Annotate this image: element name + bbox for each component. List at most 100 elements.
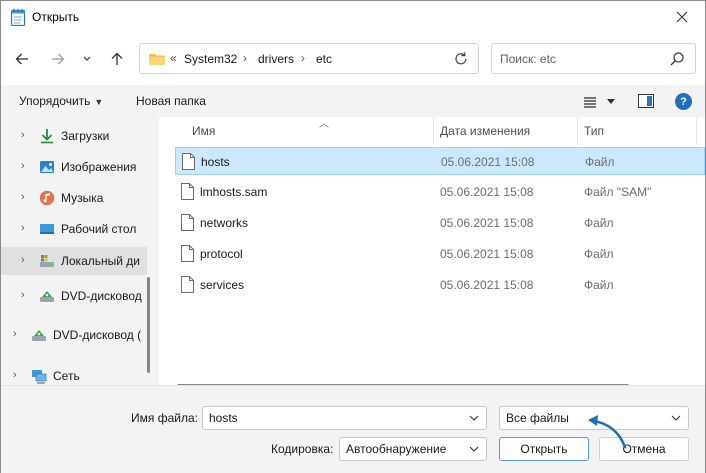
file-row-networks[interactable]: networks 05.06.2021 15:08 Файл: [175, 209, 705, 237]
file-icon: [181, 214, 194, 231]
address-bar[interactable]: « System32 › drivers › etc: [139, 43, 479, 74]
sidebar-item-desktop[interactable]: › Рабочий стол: [1, 215, 151, 243]
crumb-separator[interactable]: ›: [243, 51, 247, 65]
refresh-icon[interactable]: [452, 50, 470, 68]
chevron-right-icon[interactable]: ›: [21, 254, 31, 266]
sidebar-item-dvd-drive-2[interactable]: › DVD-дисковод (: [1, 321, 151, 349]
filename-label: Имя файла:: [131, 411, 198, 425]
dvd-drive-icon: [32, 330, 46, 341]
download-icon: [41, 129, 53, 144]
preview-pane-icon[interactable]: [638, 94, 654, 108]
chevron-right-icon[interactable]: ›: [13, 369, 23, 381]
dvd-drive-icon: [40, 291, 54, 302]
filename-combobox[interactable]: hosts: [202, 406, 487, 430]
up-button[interactable]: [104, 47, 130, 71]
file-type: Файл: [584, 278, 614, 292]
column-header-date[interactable]: Дата изменения: [434, 117, 577, 145]
recent-locations-button[interactable]: [77, 47, 97, 71]
file-name: lmhosts.sam: [200, 185, 268, 199]
column-header-type[interactable]: Тип: [578, 117, 694, 145]
crumb-drivers[interactable]: drivers: [258, 52, 294, 66]
column-header-label: Имя: [192, 124, 216, 138]
column-header-label: Дата изменения: [440, 124, 531, 138]
chevron-down-icon: [83, 56, 91, 61]
chevron-right-icon[interactable]: ›: [21, 129, 31, 141]
encoding-label: Кодировка:: [271, 442, 334, 456]
search-box[interactable]: [491, 43, 696, 74]
notepad-icon: [10, 8, 26, 26]
annotation-arrow-icon: [588, 415, 627, 449]
file-name: services: [200, 278, 245, 292]
new-folder-button[interactable]: Новая папка: [136, 94, 206, 108]
file-type: Файл: [585, 155, 615, 169]
caret-down-icon: ▼: [94, 97, 104, 107]
file-row-hosts[interactable]: hosts 05.06.2021 15:08 Файл: [175, 147, 705, 175]
sidebar-item-pictures[interactable]: › Изображения: [1, 153, 151, 181]
desktop-icon: [40, 224, 54, 234]
sidebar-item-label: Загрузки: [61, 129, 110, 143]
file-row-services[interactable]: services 05.06.2021 15:08 Файл: [175, 271, 705, 299]
sidebar-item-dvd-drive[interactable]: › DVD-дисковод: [1, 282, 151, 310]
file-date: 05.06.2021 15:08: [441, 155, 535, 169]
music-icon: [39, 190, 55, 206]
file-date: 05.06.2021 15:08: [440, 278, 534, 292]
file-row-protocol[interactable]: protocol 05.06.2021 15:08 Файл: [175, 240, 705, 268]
sidebar-item-label: Локальный ди: [61, 254, 140, 268]
open-button[interactable]: Открыть: [499, 437, 589, 461]
navigation-bar: « System32 › drivers › etc: [1, 33, 705, 85]
local-disk-icon: [40, 255, 54, 267]
chevron-right-icon[interactable]: ›: [13, 328, 23, 340]
file-date: 05.06.2021 15:08: [440, 216, 534, 230]
forward-button[interactable]: [45, 47, 71, 71]
crumb-separator[interactable]: ›: [301, 51, 305, 65]
sidebar-item-label: DVD-дисковод: [61, 289, 142, 303]
file-name: hosts: [201, 155, 230, 169]
back-button[interactable]: [9, 47, 35, 71]
column-divider[interactable]: [696, 117, 697, 145]
file-row-lmhosts[interactable]: lmhosts.sam 05.06.2021 15:08 Файл "SAM": [175, 178, 705, 206]
caret-down-icon: [607, 99, 615, 104]
crumb-etc[interactable]: etc: [316, 52, 332, 66]
organize-button[interactable]: Упорядочить ▼: [19, 94, 103, 108]
window-title: Открыть: [32, 10, 80, 24]
chevron-right-icon[interactable]: ›: [21, 191, 31, 203]
network-icon: [32, 370, 47, 384]
chevron-down-icon[interactable]: [468, 412, 480, 424]
address-overflow-chevron[interactable]: «: [170, 51, 177, 65]
list-view-icon: [584, 97, 596, 108]
sidebar-item-downloads[interactable]: › Загрузки: [1, 122, 151, 150]
help-button[interactable]: ?: [675, 93, 692, 110]
search-input[interactable]: [500, 50, 660, 68]
arrow-up-icon: [111, 52, 123, 65]
column-header-name[interactable]: ︿ Имя: [175, 117, 433, 145]
chevron-down-icon: [469, 446, 479, 452]
encoding-value: Автообнаружение: [346, 442, 447, 456]
organize-label: Упорядочить: [19, 94, 91, 108]
view-options-button[interactable]: [583, 94, 617, 110]
command-bar: Упорядочить ▼ Новая папка ?: [1, 85, 705, 117]
chevron-down-icon: [671, 415, 681, 421]
file-type: Файл "SAM": [584, 185, 652, 199]
sidebar-item-music[interactable]: › Музыка: [1, 184, 151, 212]
sidebar-item-local-disk[interactable]: › Локальный ди: [1, 247, 147, 275]
sort-ascending-icon: ︿: [319, 119, 329, 130]
chevron-right-icon[interactable]: ›: [21, 289, 31, 301]
close-button[interactable]: [659, 1, 705, 33]
pictures-icon: [40, 161, 54, 173]
search-icon: [670, 52, 684, 66]
filename-input[interactable]: hosts: [209, 411, 238, 425]
sidebar-item-network[interactable]: › Сеть: [1, 362, 151, 385]
sidebar-item-label: DVD-дисковод (: [53, 328, 142, 342]
file-type: Файл: [584, 216, 614, 230]
chevron-right-icon[interactable]: ›: [21, 222, 31, 234]
crumb-system32[interactable]: System32: [184, 52, 237, 66]
chevron-right-icon[interactable]: ›: [21, 160, 31, 172]
sidebar-scrollbar[interactable]: [147, 277, 150, 373]
open-dialog: Открыть « System32 › drivers › etc Поиск…: [0, 0, 706, 473]
file-list: ︿ Имя Дата изменения Тип hosts 05.06.202…: [159, 117, 705, 385]
file-icon: [181, 245, 194, 262]
file-type-filter-value: Все файлы: [506, 411, 569, 425]
encoding-select[interactable]: Автообнаружение: [339, 437, 487, 461]
folder-icon: [149, 54, 165, 65]
file-icon: [182, 153, 195, 170]
